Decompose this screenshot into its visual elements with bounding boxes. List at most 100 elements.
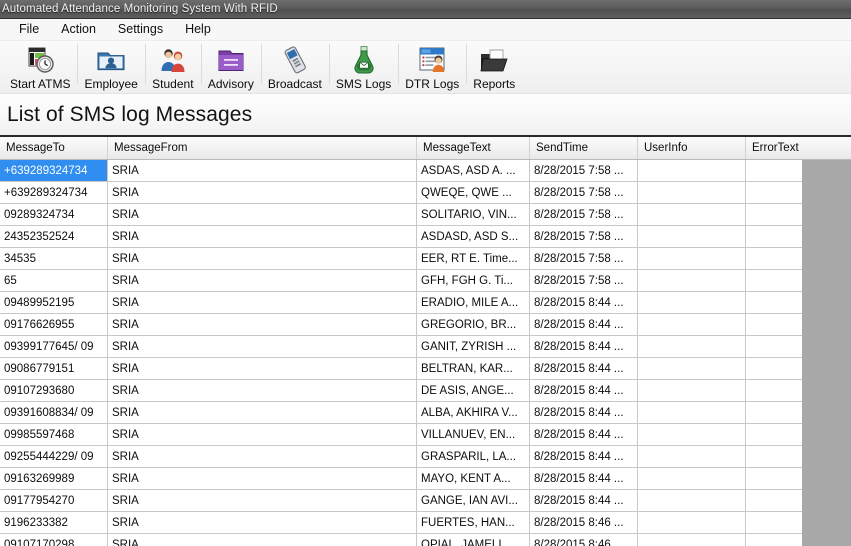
cell-sendtime[interactable]: 8/28/2015 7:58 ... — [529, 181, 638, 204]
cell-messageto[interactable]: 09489952195 — [0, 291, 108, 314]
cell-messagetext[interactable]: GANGE, IAN AVI... — [416, 489, 530, 512]
toolbar-button-dtr-logs[interactable]: DTR Logs — [398, 41, 466, 91]
column-header-messagefrom[interactable]: MessageFrom — [107, 137, 417, 160]
cell-userinfo[interactable] — [637, 335, 746, 358]
cell-userinfo[interactable] — [637, 401, 746, 424]
table-row[interactable]: 34535 SRIA EER, RT E. Time... 8/28/2015 7:5… — [0, 247, 844, 270]
cell-userinfo[interactable] — [637, 291, 746, 314]
cell-messagetext[interactable]: ASDASD, ASD S... — [416, 225, 530, 248]
cell-messagetext[interactable]: GRASPARIL, LA... — [416, 445, 530, 468]
cell-sendtime[interactable]: 8/28/2015 8:44 ... — [529, 423, 638, 446]
cell-messagefrom[interactable]: SRIA — [107, 423, 417, 446]
cell-sendtime[interactable]: 8/28/2015 8:44 ... — [529, 379, 638, 402]
cell-messageto[interactable]: 34535 — [0, 247, 108, 270]
cell-sendtime[interactable]: 8/28/2015 8:44 ... — [529, 313, 638, 336]
table-row[interactable]: 9196233382 SRIA FUERTES, HAN... 8/28/2015 8… — [0, 511, 844, 534]
toolbar-button-sms-logs[interactable]: SMS Logs — [328, 41, 398, 91]
cell-sendtime[interactable]: 8/28/2015 8:44 ... — [529, 489, 638, 512]
cell-userinfo[interactable] — [637, 357, 746, 380]
cell-messagefrom[interactable]: SRIA — [107, 401, 417, 424]
cell-messagefrom[interactable]: SRIA — [107, 489, 417, 512]
cell-sendtime[interactable]: 8/28/2015 7:58 ... — [529, 203, 638, 226]
toolbar-button-broadcast[interactable]: Broadcast — [260, 41, 329, 91]
cell-messagefrom[interactable]: SRIA — [107, 291, 417, 314]
cell-messagetext[interactable]: ERADIO, MILE A... — [416, 291, 530, 314]
cell-messagefrom[interactable]: SRIA — [107, 533, 417, 546]
cell-messagefrom[interactable]: SRIA — [107, 159, 417, 182]
cell-messagefrom[interactable]: SRIA — [107, 269, 417, 292]
cell-messageto[interactable]: 09107170298 — [0, 533, 108, 546]
toolbar-button-advisory[interactable]: Advisory — [200, 41, 261, 91]
cell-sendtime[interactable]: 8/28/2015 7:58 ... — [529, 159, 638, 182]
column-header-sendtime[interactable]: SendTime — [529, 137, 638, 160]
cell-messageto[interactable]: 9196233382 — [0, 511, 108, 534]
cell-messageto[interactable]: 09176626955 — [0, 313, 108, 336]
cell-messageto[interactable]: 09107293680 — [0, 379, 108, 402]
table-row[interactable]: 09177954270 SRIA GANGE, IAN AVI... 8/28/201… — [0, 489, 844, 512]
table-row[interactable]: 09163269989 SRIA MAYO, KENT A... 8/28/2015 … — [0, 467, 844, 490]
cell-messageto[interactable]: 09177954270 — [0, 489, 108, 512]
cell-sendtime[interactable]: 8/28/2015 8:44 ... — [529, 291, 638, 314]
cell-sendtime[interactable]: 8/28/2015 8:44 ... — [529, 445, 638, 468]
cell-messageto[interactable]: +639289324734 — [0, 181, 108, 204]
cell-messagetext[interactable]: SOLITARIO, VIN... — [416, 203, 530, 226]
cell-messagefrom[interactable]: SRIA — [107, 335, 417, 358]
cell-sendtime[interactable]: 8/28/2015 7:58 ... — [529, 225, 638, 248]
cell-userinfo[interactable] — [637, 181, 746, 204]
toolbar-button-student[interactable]: Student — [144, 41, 201, 91]
menu-file[interactable]: File — [8, 20, 50, 39]
menu-settings[interactable]: Settings — [107, 20, 174, 39]
cell-sendtime[interactable]: 8/28/2015 8:46 — [529, 533, 638, 546]
cell-sendtime[interactable]: 8/28/2015 8:44 ... — [529, 357, 638, 380]
toolbar-button-reports[interactable]: Reports — [466, 41, 522, 91]
cell-messagefrom[interactable]: SRIA — [107, 181, 417, 204]
menu-action[interactable]: Action — [50, 20, 107, 39]
cell-sendtime[interactable]: 8/28/2015 8:44 ... — [529, 467, 638, 490]
cell-messageto[interactable]: 09399177645/ 09 — [0, 335, 108, 358]
cell-sendtime[interactable]: 8/28/2015 7:58 ... — [529, 269, 638, 292]
table-row[interactable]: 24352352524 SRIA ASDASD, ASD S... 8/28/2015… — [0, 225, 844, 248]
cell-sendtime[interactable]: 8/28/2015 7:58 ... — [529, 247, 638, 270]
cell-sendtime[interactable]: 8/28/2015 8:44 ... — [529, 335, 638, 358]
table-row[interactable]: 09489952195 SRIA ERADIO, MILE A... 8/28/201… — [0, 291, 844, 314]
column-header-messagetext[interactable]: MessageText — [416, 137, 530, 160]
table-row[interactable]: 09289324734 SRIA SOLITARIO, VIN... 8/28/201… — [0, 203, 844, 226]
cell-messagetext[interactable]: VILLANUEV, EN... — [416, 423, 530, 446]
cell-userinfo[interactable] — [637, 489, 746, 512]
cell-messageto[interactable]: +639289324734 — [0, 159, 108, 182]
table-row[interactable]: 65 SRIA GFH, FGH G. Ti... 8/28/2015 7:58 ..… — [0, 269, 844, 292]
cell-userinfo[interactable] — [637, 445, 746, 468]
cell-userinfo[interactable] — [637, 159, 746, 182]
cell-sendtime[interactable]: 8/28/2015 8:46 ... — [529, 511, 638, 534]
cell-messagetext[interactable]: FUERTES, HAN... — [416, 511, 530, 534]
cell-userinfo[interactable] — [637, 511, 746, 534]
cell-messagetext[interactable]: ASDAS, ASD A. ... — [416, 159, 530, 182]
cell-userinfo[interactable] — [637, 225, 746, 248]
cell-messagetext[interactable]: OPIAL, JAMELI — [416, 533, 530, 546]
cell-sendtime[interactable]: 8/28/2015 8:44 ... — [529, 401, 638, 424]
cell-userinfo[interactable] — [637, 203, 746, 226]
cell-messagefrom[interactable]: SRIA — [107, 467, 417, 490]
cell-messagetext[interactable]: DE ASIS, ANGE... — [416, 379, 530, 402]
cell-messagetext[interactable]: BELTRAN, KAR... — [416, 357, 530, 380]
cell-messagefrom[interactable]: SRIA — [107, 445, 417, 468]
cell-userinfo[interactable] — [637, 247, 746, 270]
table-row[interactable]: 09985597468 SRIA VILLANUEV, EN... 8/28/2015… — [0, 423, 844, 446]
toolbar-button-employee[interactable]: Employee — [77, 41, 144, 91]
cell-messagefrom[interactable]: SRIA — [107, 247, 417, 270]
cell-messageto[interactable]: 65 — [0, 269, 108, 292]
cell-userinfo[interactable] — [637, 533, 746, 546]
cell-messagefrom[interactable]: SRIA — [107, 379, 417, 402]
cell-messagefrom[interactable]: SRIA — [107, 313, 417, 336]
cell-messagetext[interactable]: GFH, FGH G. Ti... — [416, 269, 530, 292]
table-row[interactable]: 09107170298 SRIA OPIAL, JAMELI 8/28/2015 8:… — [0, 533, 844, 546]
table-row[interactable]: +639289324734 SRIA QWEQE, QWE ... 8/28/2015… — [0, 181, 844, 204]
cell-messagefrom[interactable]: SRIA — [107, 203, 417, 226]
cell-messagetext[interactable]: EER, RT E. Time... — [416, 247, 530, 270]
cell-messageto[interactable]: 09289324734 — [0, 203, 108, 226]
cell-messagetext[interactable]: GANIT, ZYRISH ... — [416, 335, 530, 358]
cell-messageto[interactable]: 24352352524 — [0, 225, 108, 248]
cell-messageto[interactable]: 09255444229/ 09 — [0, 445, 108, 468]
cell-messagefrom[interactable]: SRIA — [107, 511, 417, 534]
cell-userinfo[interactable] — [637, 423, 746, 446]
